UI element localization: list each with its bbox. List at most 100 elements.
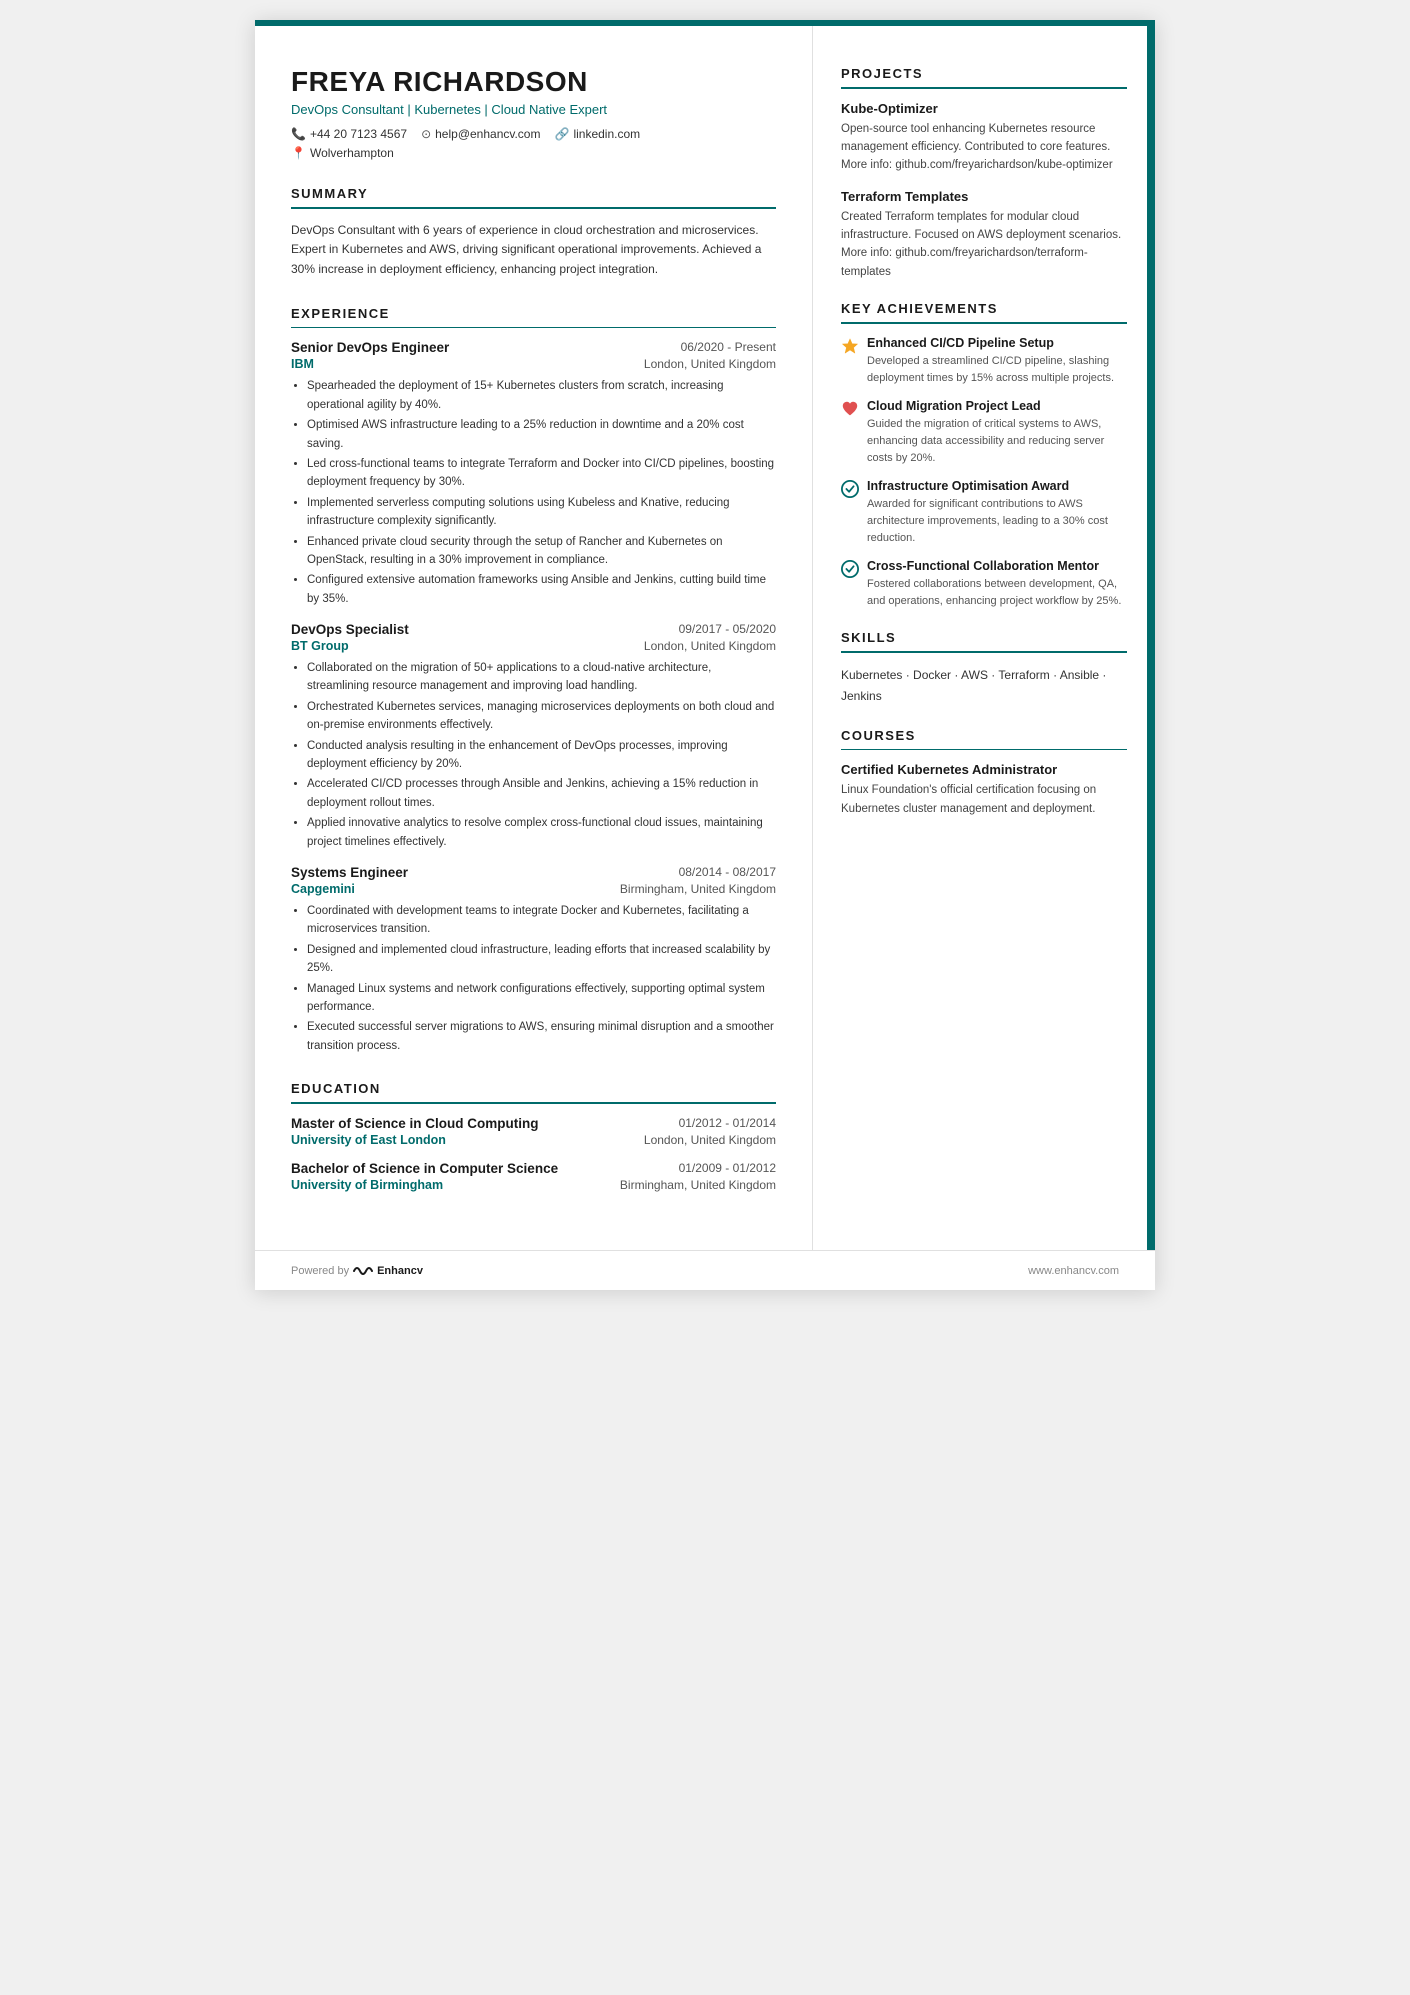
location-icon: 📍 <box>291 146 306 160</box>
job-1-company-row: IBM London, United Kingdom <box>291 357 776 371</box>
achievement-1: Enhanced CI/CD Pipeline Setup Developed … <box>841 336 1127 387</box>
email-contact: ⊙ help@enhancv.com <box>421 127 540 141</box>
left-column: FREYA RICHARDSON DevOps Consultant | Kub… <box>255 20 813 1290</box>
degree-1-school: University of East London <box>291 1133 446 1147</box>
enhancv-wave-icon <box>353 1264 375 1278</box>
job-2-company: BT Group <box>291 639 349 653</box>
list-item: Optimised AWS infrastructure leading to … <box>307 416 776 453</box>
achievement-4-title: Cross-Functional Collaboration Mentor <box>867 559 1127 573</box>
course-1-title: Certified Kubernetes Administrator <box>841 762 1127 777</box>
list-item: Managed Linux systems and network config… <box>307 980 776 1017</box>
achievement-2-content: Cloud Migration Project Lead Guided the … <box>867 399 1127 467</box>
project-1-title: Kube-Optimizer <box>841 101 1127 116</box>
job-3-title: Systems Engineer <box>291 865 408 880</box>
skills-text: Kubernetes · Docker · AWS · Terraform · … <box>841 665 1127 708</box>
achievement-3-desc: Awarded for significant contributions to… <box>867 496 1127 547</box>
list-item: Conducted analysis resulting in the enha… <box>307 737 776 774</box>
job-1-bullets: Spearheaded the deployment of 15+ Kubern… <box>291 377 776 608</box>
degree-1-school-row: University of East London London, United… <box>291 1133 776 1147</box>
footer-url: www.enhancv.com <box>1028 1265 1119 1277</box>
project-2-desc: Created Terraform templates for modular … <box>841 208 1127 282</box>
job-3-company-row: Capgemini Birmingham, United Kingdom <box>291 882 776 896</box>
degree-2-school-row: University of Birmingham Birmingham, Uni… <box>291 1178 776 1192</box>
location-contact: 📍 Wolverhampton <box>291 146 776 160</box>
education-section-title: EDUCATION <box>291 1081 776 1096</box>
list-item: Configured extensive automation framewor… <box>307 571 776 608</box>
powered-by-label: Powered by <box>291 1265 349 1277</box>
powered-by: Powered by Enhancv <box>291 1264 423 1278</box>
enhancv-logo: Enhancv <box>353 1264 423 1278</box>
list-item: Orchestrated Kubernetes services, managi… <box>307 698 776 735</box>
phone-icon: 📞 <box>291 127 306 141</box>
project-2-title: Terraform Templates <box>841 189 1127 204</box>
education-divider <box>291 1102 776 1104</box>
skills-divider <box>841 651 1127 653</box>
job-1-dates: 06/2020 - Present <box>681 340 776 354</box>
achievement-4: Cross-Functional Collaboration Mentor Fo… <box>841 559 1127 610</box>
list-item: Implemented serverless computing solutio… <box>307 494 776 531</box>
linkedin-url: linkedin.com <box>573 127 640 141</box>
linkedin-contact: 🔗 linkedin.com <box>554 127 640 141</box>
achievement-3-content: Infrastructure Optimisation Award Awarde… <box>867 479 1127 547</box>
courses-section-title: COURSES <box>841 728 1127 743</box>
list-item: Spearheaded the deployment of 15+ Kubern… <box>307 377 776 414</box>
experience-section-title: EXPERIENCE <box>291 306 776 321</box>
list-item: Enhanced private cloud security through … <box>307 533 776 570</box>
job-2-header: DevOps Specialist 09/2017 - 05/2020 <box>291 622 776 637</box>
location-text: Wolverhampton <box>310 146 394 160</box>
check-circle-2-icon <box>841 560 859 578</box>
job-1-header: Senior DevOps Engineer 06/2020 - Present <box>291 340 776 355</box>
degree-2-dates: 01/2009 - 01/2012 <box>679 1161 776 1175</box>
email-address: help@enhancv.com <box>435 127 540 141</box>
course-1-desc: Linux Foundation's official certificatio… <box>841 781 1127 818</box>
achievement-3-title: Infrastructure Optimisation Award <box>867 479 1127 493</box>
achievement-4-content: Cross-Functional Collaboration Mentor Fo… <box>867 559 1127 610</box>
job-1-location: London, United Kingdom <box>644 357 776 371</box>
achievement-3: Infrastructure Optimisation Award Awarde… <box>841 479 1127 547</box>
degree-2-title: Bachelor of Science in Computer Science <box>291 1161 558 1176</box>
teal-sidebar-bar <box>1147 20 1155 1290</box>
list-item: Collaborated on the migration of 50+ app… <box>307 659 776 696</box>
candidate-name: FREYA RICHARDSON <box>291 66 776 98</box>
degree-2-school: University of Birmingham <box>291 1178 443 1192</box>
email-icon: ⊙ <box>421 127 431 141</box>
list-item: Executed successful server migrations to… <box>307 1018 776 1055</box>
candidate-title: DevOps Consultant | Kubernetes | Cloud N… <box>291 102 776 117</box>
projects-section-title: PROJECTS <box>841 66 1127 81</box>
degree-1-location: London, United Kingdom <box>644 1133 776 1147</box>
degree-1-title: Master of Science in Cloud Computing <box>291 1116 539 1131</box>
right-column: PROJECTS Kube-Optimizer Open-source tool… <box>813 20 1155 1290</box>
summary-section-title: SUMMARY <box>291 186 776 201</box>
linkedin-icon: 🔗 <box>554 127 569 141</box>
contact-info: 📞 +44 20 7123 4567 ⊙ help@enhancv.com 🔗 … <box>291 127 776 141</box>
achievement-1-desc: Developed a streamlined CI/CD pipeline, … <box>867 353 1127 387</box>
achievement-1-content: Enhanced CI/CD Pipeline Setup Developed … <box>867 336 1127 387</box>
phone-contact: 📞 +44 20 7123 4567 <box>291 127 407 141</box>
check-circle-icon <box>841 480 859 498</box>
job-3-company: Capgemini <box>291 882 355 896</box>
job-3-header: Systems Engineer 08/2014 - 08/2017 <box>291 865 776 880</box>
job-3-bullets: Coordinated with development teams to in… <box>291 902 776 1055</box>
degree-2-location: Birmingham, United Kingdom <box>620 1178 776 1192</box>
job-3-dates: 08/2014 - 08/2017 <box>679 865 776 879</box>
achievement-1-title: Enhanced CI/CD Pipeline Setup <box>867 336 1127 350</box>
courses-divider <box>841 749 1127 751</box>
achievement-2-desc: Guided the migration of critical systems… <box>867 416 1127 467</box>
heart-icon <box>841 400 859 418</box>
achievements-divider <box>841 322 1127 324</box>
phone-number: +44 20 7123 4567 <box>310 127 407 141</box>
list-item: Led cross-functional teams to integrate … <box>307 455 776 492</box>
job-2-title: DevOps Specialist <box>291 622 409 637</box>
project-1-desc: Open-source tool enhancing Kubernetes re… <box>841 120 1127 175</box>
degree-1-block: Master of Science in Cloud Computing 01/… <box>291 1116 776 1147</box>
job-2-location: London, United Kingdom <box>644 639 776 653</box>
degree-2-block: Bachelor of Science in Computer Science … <box>291 1161 776 1192</box>
job-2-company-row: BT Group London, United Kingdom <box>291 639 776 653</box>
achievements-section-title: KEY ACHIEVEMENTS <box>841 301 1127 316</box>
page-footer: Powered by Enhancv www.enhancv.com <box>255 1250 1155 1290</box>
job-2-dates: 09/2017 - 05/2020 <box>679 622 776 636</box>
job-3-location: Birmingham, United Kingdom <box>620 882 776 896</box>
skills-section-title: SKILLS <box>841 630 1127 645</box>
achievement-4-desc: Fostered collaborations between developm… <box>867 576 1127 610</box>
degree-1-header: Master of Science in Cloud Computing 01/… <box>291 1116 776 1131</box>
